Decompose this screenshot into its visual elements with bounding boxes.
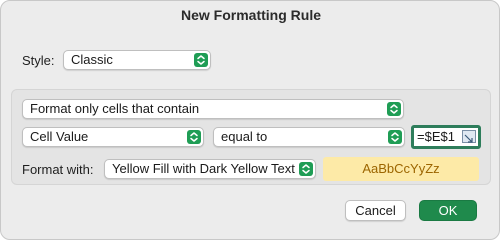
rule-type-value: Format only cells that contain [30, 101, 200, 116]
up-down-chevron-icon [299, 162, 313, 176]
format-select[interactable]: Yellow Fill with Dark Yellow Text [104, 159, 316, 179]
condition-subject-select[interactable]: Cell Value [22, 127, 204, 147]
range-picker-icon[interactable] [462, 130, 476, 143]
new-formatting-rule-dialog: New Formatting Rule Style: Classic Forma… [0, 0, 500, 240]
condition-subject-value: Cell Value [30, 129, 89, 144]
formula-value: =$E$1 [417, 129, 455, 144]
operator-value: equal to [221, 129, 268, 144]
ok-button[interactable]: OK [419, 200, 477, 221]
operator-select[interactable]: equal to [213, 127, 405, 147]
format-select-value: Yellow Fill with Dark Yellow Text [112, 161, 295, 176]
style-select-value: Classic [71, 52, 113, 67]
up-down-chevron-icon [187, 130, 201, 144]
up-down-chevron-icon [387, 102, 401, 116]
up-down-chevron-icon [388, 130, 402, 144]
cancel-button[interactable]: Cancel [345, 200, 406, 221]
dialog-title: New Formatting Rule [180, 7, 321, 23]
format-preview: AaBbCcYyZz [323, 157, 479, 181]
style-select[interactable]: Classic [63, 50, 211, 70]
style-label: Style: [22, 53, 55, 68]
format-with-label: Format with: [22, 162, 94, 177]
up-down-chevron-icon [194, 53, 208, 67]
rule-type-select[interactable]: Format only cells that contain [22, 99, 404, 119]
formula-input[interactable]: =$E$1 [411, 125, 481, 149]
